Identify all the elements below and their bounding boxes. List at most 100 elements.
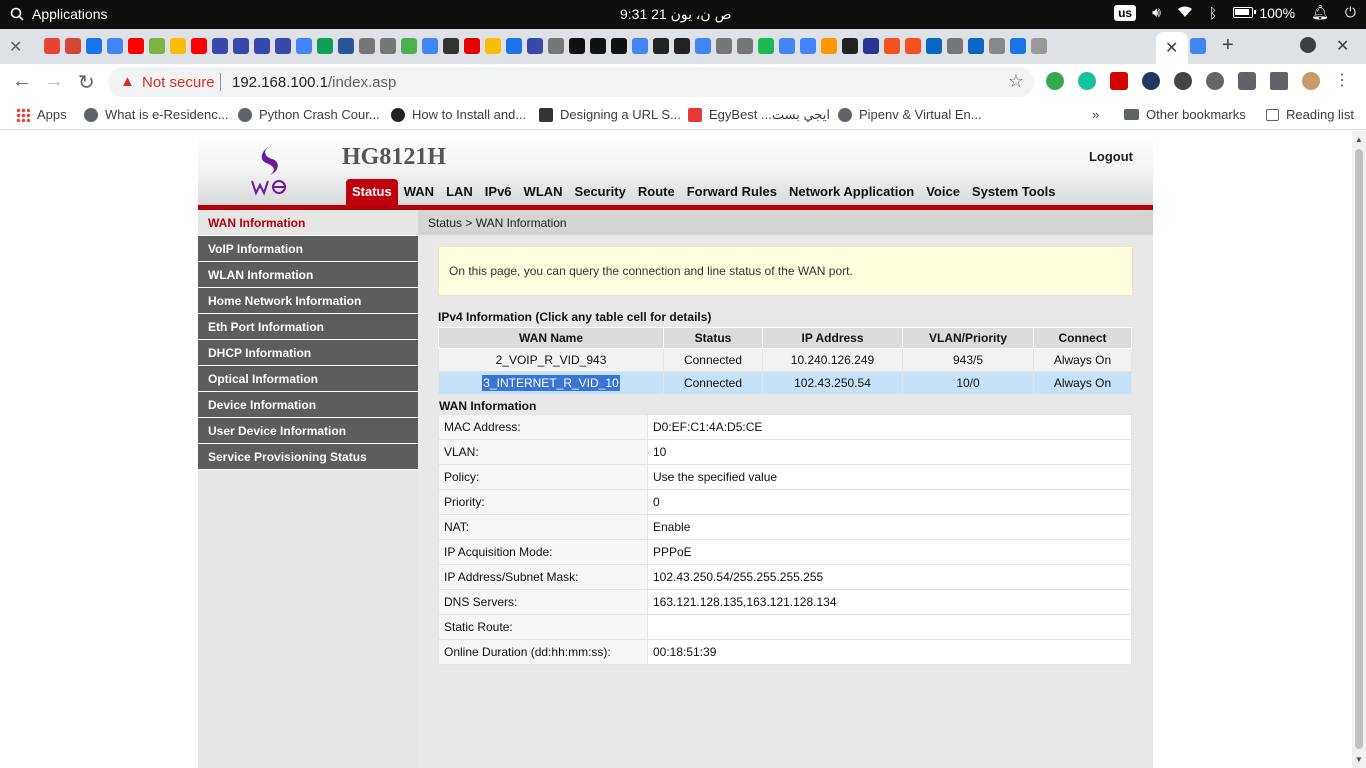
menu-ipv6[interactable]: IPv6: [479, 179, 518, 205]
scrollbar-thumb[interactable]: [1355, 149, 1363, 749]
table-cell[interactable]: 2_VOIP_R_VID_943: [438, 348, 664, 372]
gmail-tab-icon[interactable]: [65, 38, 81, 54]
sidebar-item-device-information[interactable]: Device Information: [198, 392, 418, 418]
new-tab-icon[interactable]: +: [1222, 34, 1234, 57]
sidebar-item-wan-information[interactable]: WAN Information: [198, 210, 418, 236]
menu-status[interactable]: Status: [346, 179, 398, 205]
menu-route[interactable]: Route: [632, 179, 681, 205]
coursera-tab-icon[interactable]: [212, 38, 228, 54]
address-bar[interactable]: ▲ Not secure 192.168.100.1/index.asp ☆: [108, 67, 1034, 97]
tab-icon[interactable]: [653, 38, 669, 54]
tab-icon[interactable]: [716, 38, 732, 54]
gmail-tab-icon[interactable]: [44, 38, 60, 54]
extension-icon[interactable]: [1046, 72, 1064, 90]
bookmark-item[interactable]: Pipenv & Virtual En...: [838, 107, 982, 122]
linkedin-tab-icon[interactable]: [926, 38, 942, 54]
sidebar-item-optical-information[interactable]: Optical Information: [198, 366, 418, 392]
word-tab-icon[interactable]: [338, 38, 354, 54]
warning-icon[interactable]: ▲: [120, 73, 135, 90]
medium-tab-icon[interactable]: [611, 38, 627, 54]
vodafone-tab-icon[interactable]: [464, 38, 480, 54]
tab-icon[interactable]: [359, 38, 375, 54]
tab-icon[interactable]: [485, 38, 501, 54]
battery-indicator[interactable]: 100%: [1233, 5, 1295, 21]
sidebar-item-home-network-information[interactable]: Home Network Information: [198, 288, 418, 314]
media-control-icon[interactable]: [1270, 72, 1288, 90]
translate-tab-icon[interactable]: [695, 38, 711, 54]
tab-icon[interactable]: [401, 38, 417, 54]
table-cell[interactable]: Always On: [1033, 371, 1132, 395]
tab-icon[interactable]: [1031, 38, 1047, 54]
scroll-up-icon[interactable]: ▲: [1355, 135, 1363, 144]
menu-system-tools[interactable]: System Tools: [966, 179, 1062, 205]
docs-tab-icon[interactable]: [296, 38, 312, 54]
tab-icon[interactable]: [884, 38, 900, 54]
applications-menu[interactable]: Applications: [10, 6, 108, 22]
table-cell[interactable]: 10/0: [902, 371, 1034, 395]
bookmark-item[interactable]: What is e-Residenc...: [84, 107, 229, 122]
tab-icon[interactable]: [548, 38, 564, 54]
other-bookmarks[interactable]: Other bookmarks: [1124, 107, 1246, 122]
tab-icon[interactable]: [149, 38, 165, 54]
menu-lan[interactable]: LAN: [440, 179, 479, 205]
menu-security[interactable]: Security: [569, 179, 632, 205]
not-secure-label[interactable]: Not secure: [142, 74, 215, 91]
grammarly-icon[interactable]: [1078, 72, 1096, 90]
tab-icon[interactable]: [674, 38, 690, 54]
power-icon[interactable]: ⏻: [1345, 4, 1356, 21]
table-cell[interactable]: Always On: [1033, 348, 1132, 372]
bookmark-item[interactable]: Designing a URL S...: [539, 107, 681, 122]
menu-wlan[interactable]: WLAN: [518, 179, 569, 205]
keyboard-layout-indicator[interactable]: us: [1114, 4, 1137, 21]
tab-icon[interactable]: [443, 38, 459, 54]
google-tab-icon[interactable]: [1190, 38, 1206, 54]
tab-icon[interactable]: [863, 38, 879, 54]
tab-search-icon[interactable]: [1300, 37, 1316, 53]
table-row-selected[interactable]: 3_INTERNET_R_VID_10 Connected 102.43.250…: [438, 371, 1132, 395]
table-row[interactable]: 2_VOIP_R_VID_943 Connected 10.240.126.24…: [438, 348, 1132, 372]
menu-voice[interactable]: Voice: [920, 179, 966, 205]
clock[interactable]: 9:31 ص ن، يون 21: [620, 6, 732, 23]
tab-icon[interactable]: [737, 38, 753, 54]
extension-icon[interactable]: [1174, 72, 1192, 90]
url-text[interactable]: 192.168.100.1/index.asp: [232, 74, 396, 91]
linkedin-tab-icon[interactable]: [968, 38, 984, 54]
logout-link[interactable]: Logout: [1089, 149, 1133, 164]
table-cell[interactable]: Connected: [663, 371, 763, 395]
google-tab-icon[interactable]: [107, 38, 123, 54]
youtube-tab-icon[interactable]: [128, 38, 144, 54]
page-scrollbar[interactable]: ▲ ▼: [1352, 131, 1366, 768]
sidebar-item-service-provisioning-status[interactable]: Service Provisioning Status: [198, 444, 418, 470]
tab-icon[interactable]: [947, 38, 963, 54]
menu-forward-rules[interactable]: Forward Rules: [681, 179, 783, 205]
medium-tab-icon[interactable]: [590, 38, 606, 54]
tab-icon[interactable]: [1010, 38, 1026, 54]
menu-wan[interactable]: WAN: [398, 179, 440, 205]
forward-icon[interactable]: →: [44, 70, 64, 93]
table-cell[interactable]: 10.240.126.249: [762, 348, 903, 372]
selected-text[interactable]: 3_INTERNET_R_VID_10: [482, 375, 620, 391]
window-close-icon[interactable]: ✕: [1336, 36, 1349, 56]
puzzle-icon[interactable]: [1238, 72, 1256, 90]
notifications-icon[interactable]: 🔔︎: [1311, 4, 1329, 21]
wifi-icon[interactable]: [1177, 5, 1193, 21]
tab-icon[interactable]: [527, 38, 543, 54]
sidebar-item-voip-information[interactable]: VoIP Information: [198, 236, 418, 262]
tab-icon[interactable]: [905, 38, 921, 54]
close-tab-icon[interactable]: ✕: [9, 37, 22, 57]
bookmark-item[interactable]: Python Crash Cour...: [238, 107, 380, 122]
bookmark-item[interactable]: EgyBest ...ايجي بست: [688, 107, 830, 123]
bookmark-star-icon[interactable]: ☆: [1008, 71, 1024, 92]
github-tab-icon[interactable]: [842, 38, 858, 54]
reading-list[interactable]: Reading list: [1266, 107, 1354, 122]
sidebar-item-user-device-information[interactable]: User Device Information: [198, 418, 418, 444]
stack-tab-icon[interactable]: [86, 38, 102, 54]
table-cell[interactable]: Connected: [663, 348, 763, 372]
browser-menu-icon[interactable]: ⋮: [1334, 72, 1350, 90]
coursera-tab-icon[interactable]: [233, 38, 249, 54]
volume-icon[interactable]: 🔊︎: [1152, 4, 1161, 21]
menu-network-application[interactable]: Network Application: [783, 179, 920, 205]
reload-icon[interactable]: ↻: [78, 70, 95, 95]
todoist-icon[interactable]: [1142, 72, 1160, 90]
google-tab-icon[interactable]: [800, 38, 816, 54]
